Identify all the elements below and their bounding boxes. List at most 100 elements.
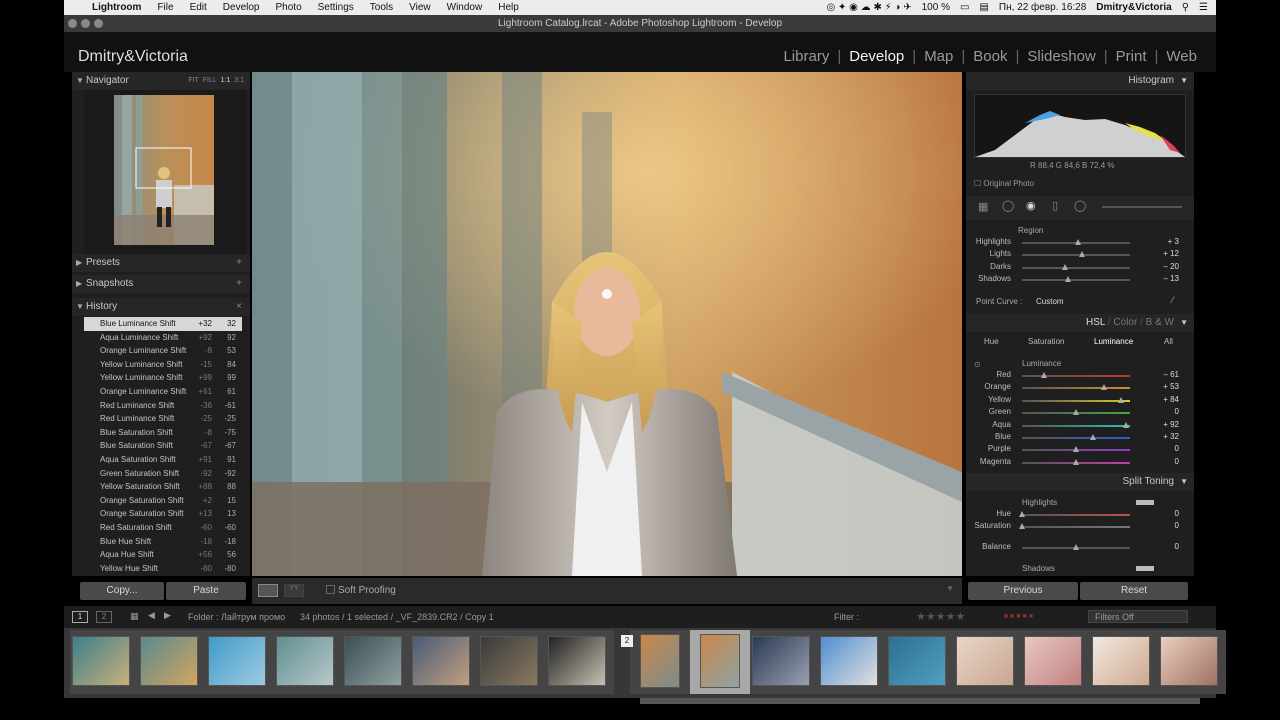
slider-track[interactable]: [1022, 372, 1130, 378]
slider-lights[interactable]: Lights + 12: [976, 249, 1181, 261]
slider-value[interactable]: + 84: [1163, 395, 1179, 404]
filmstrip-thumbnail[interactable]: [820, 636, 878, 686]
slider-knob[interactable]: [1073, 544, 1079, 550]
slider-track[interactable]: [1022, 396, 1130, 403]
slider-value[interactable]: 0: [1175, 542, 1179, 551]
slider-darks[interactable]: Darks – 20: [976, 262, 1181, 274]
hsl-header[interactable]: HSL / Color / B & W ▼: [966, 314, 1194, 332]
menu-develop[interactable]: Develop: [223, 2, 260, 13]
history-item[interactable]: Red Luminance Shift -25 -25: [84, 412, 242, 426]
zoom-3-1[interactable]: 3:1: [234, 77, 244, 84]
slider-track[interactable]: [1022, 384, 1130, 391]
close-window-icon[interactable]: [68, 19, 77, 28]
history-item[interactable]: Orange Saturation Shift +13 13: [84, 507, 242, 521]
add-snapshot-icon[interactable]: +: [236, 275, 242, 293]
forward-icon[interactable]: ▶: [164, 610, 171, 621]
slider-aqua[interactable]: Aqua + 92: [976, 420, 1181, 432]
slider-knob[interactable]: [1073, 409, 1079, 416]
slider-value[interactable]: 0: [1175, 509, 1179, 518]
module-map[interactable]: Map: [916, 48, 961, 65]
slider-track[interactable]: [1019, 511, 1130, 517]
filmstrip-thumbnail[interactable]: [640, 634, 680, 688]
slider-knob[interactable]: [1101, 384, 1108, 391]
history-item[interactable]: Orange Saturation Shift +2 15: [84, 494, 242, 508]
slider-track[interactable]: [1022, 276, 1130, 283]
crop-icon[interactable]: ▦: [978, 200, 988, 213]
original-photo-checkbox[interactable]: ☐ Original Photo: [974, 179, 1034, 188]
zoom-fit[interactable]: FIT: [188, 77, 199, 84]
slider-track[interactable]: [1022, 544, 1130, 550]
filmstrip-thumbnail[interactable]: [344, 636, 402, 686]
zoom-1-1[interactable]: 1:1: [221, 77, 231, 84]
hsl-tab[interactable]: HSL: [1086, 317, 1105, 328]
history-item[interactable]: Yellow Hue Shift -80 -80: [84, 562, 242, 575]
slider-track[interactable]: [1022, 239, 1130, 245]
filter-preset-select[interactable]: Filters Off: [1088, 610, 1188, 623]
grid-icon[interactable]: ▦: [130, 611, 139, 622]
history-item[interactable]: Blue Saturation Shift -67 -67: [84, 439, 242, 453]
primary-window-button[interactable]: 1: [72, 611, 88, 623]
slider-saturation[interactable]: Saturation 0: [975, 521, 1181, 533]
slider-value[interactable]: + 32: [1163, 432, 1179, 441]
slider-knob[interactable]: [1019, 523, 1025, 530]
slider-track[interactable]: [1022, 409, 1130, 416]
slider-orange[interactable]: Orange + 53: [976, 382, 1181, 394]
slider-red[interactable]: Red – 61: [976, 370, 1181, 382]
history-item[interactable]: Red Luminance Shift -36 -61: [84, 399, 242, 413]
graduated-filter-icon[interactable]: ▯: [1052, 199, 1058, 212]
slider-value[interactable]: 0: [1175, 407, 1179, 416]
menu-settings[interactable]: Settings: [318, 2, 354, 13]
filmstrip-thumbnail[interactable]: [208, 636, 266, 686]
slider-track[interactable]: [1022, 434, 1130, 440]
history-header[interactable]: ▼ History ×: [72, 298, 250, 316]
toolbar-menu-icon[interactable]: ▼: [946, 584, 954, 593]
slider-yellow[interactable]: Yellow + 84: [976, 395, 1181, 407]
history-item[interactable]: Orange Luminance Shift +61 61: [84, 385, 242, 399]
history-item[interactable]: Yellow Luminance Shift +99 99: [84, 371, 242, 385]
slider-knob[interactable]: [1073, 458, 1079, 465]
history-item[interactable]: Yellow Luminance Shift -15 84: [84, 358, 242, 372]
filmstrip-thumbnail[interactable]: [888, 636, 946, 686]
module-book[interactable]: Book: [965, 48, 1015, 65]
menu-edit[interactable]: Edit: [190, 2, 207, 13]
slider-track[interactable]: [1022, 446, 1130, 453]
menu-help[interactable]: Help: [498, 2, 519, 13]
histogram-header[interactable]: Histogram ▼: [966, 72, 1194, 90]
copy-button[interactable]: Copy...: [80, 582, 164, 600]
history-item[interactable]: Orange Luminance Shift -8 53: [84, 344, 242, 358]
paste-button[interactable]: Paste: [166, 582, 246, 600]
user-name[interactable]: Dmitry&Victoria: [1096, 2, 1171, 13]
history-item[interactable]: Aqua Luminance Shift +92 92: [84, 331, 242, 345]
filmstrip-thumbnail[interactable]: [956, 636, 1014, 686]
slider-shadows[interactable]: Shadows – 13: [976, 274, 1181, 286]
filmstrip-thumbnail[interactable]: [480, 636, 538, 686]
module-library[interactable]: Library: [775, 48, 837, 65]
spot-removal-icon[interactable]: ◯: [1002, 199, 1014, 212]
slider-balance[interactable]: Balance 0: [976, 542, 1181, 554]
photo-canvas[interactable]: [252, 72, 962, 576]
history-item[interactable]: Yellow Saturation Shift +88 88: [84, 480, 242, 494]
snapshots-header[interactable]: ▶ Snapshots +: [72, 275, 250, 293]
add-preset-icon[interactable]: +: [236, 254, 242, 272]
slider-knob[interactable]: [1019, 511, 1025, 517]
st-shadows-swatch[interactable]: [1136, 566, 1154, 571]
secondary-window-button[interactable]: 2: [96, 611, 112, 623]
history-item[interactable]: Green Saturation Shift -92 -92: [84, 467, 242, 481]
radial-filter-icon[interactable]: ◯: [1074, 199, 1086, 212]
spotlight-icon[interactable]: ⚲: [1182, 2, 1189, 13]
slider-track[interactable]: [1022, 251, 1130, 258]
slider-knob[interactable]: [1062, 263, 1069, 270]
navigator-header[interactable]: ▼ Navigator FIT FILL 1:1 3:1: [72, 72, 250, 90]
history-item[interactable]: Red Saturation Shift -60 -60: [84, 521, 242, 535]
module-slideshow[interactable]: Slideshow: [1019, 48, 1103, 65]
slider-track[interactable]: [1022, 458, 1130, 465]
slider-purple[interactable]: Purple 0: [976, 444, 1181, 456]
split-toning-header[interactable]: Split Toning ▼: [966, 473, 1194, 491]
zoom-window-icon[interactable]: [94, 19, 103, 28]
reset-button[interactable]: Reset: [1080, 582, 1188, 600]
slider-knob[interactable]: [1079, 251, 1086, 258]
slider-value[interactable]: + 3: [1168, 237, 1179, 246]
filmstrip-thumbnail[interactable]: [72, 636, 130, 686]
history-item[interactable]: Blue Saturation Shift -8 -75: [84, 426, 242, 440]
color-label-filter[interactable]: ■ ■ ■ ■ ■: [1004, 613, 1033, 620]
